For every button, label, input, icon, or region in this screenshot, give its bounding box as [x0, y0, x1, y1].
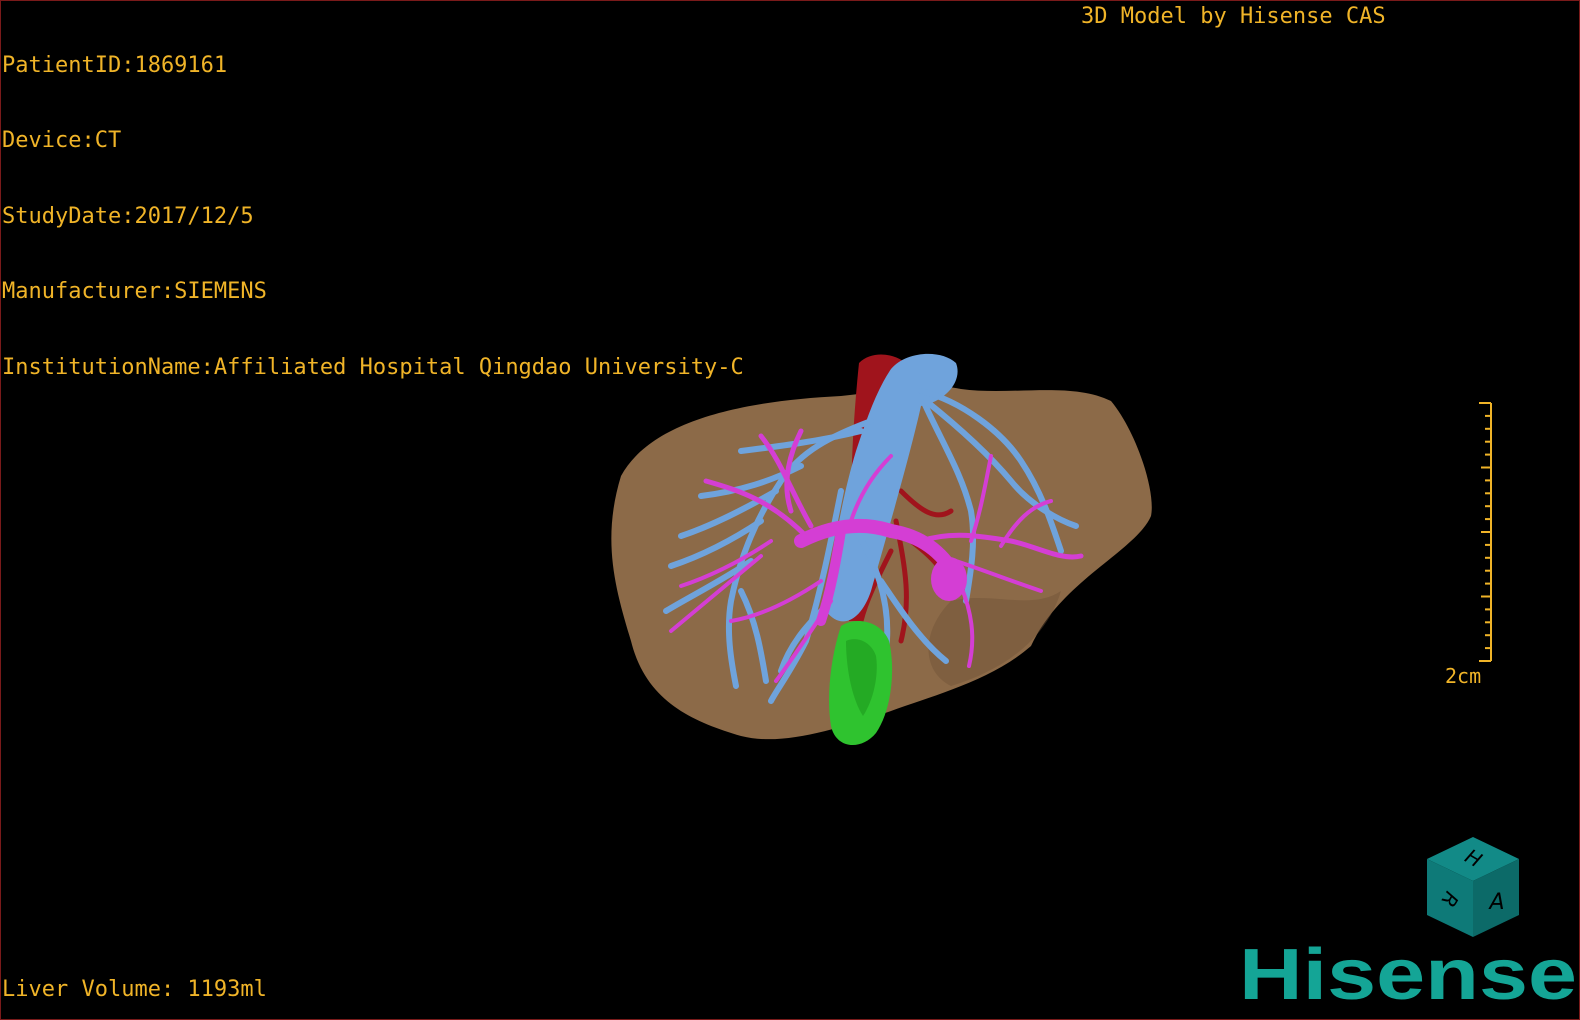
hisense-logo: Hisense — [1239, 937, 1577, 1011]
liver-3d-model[interactable] — [591, 341, 1171, 761]
device: Device:CT — [2, 128, 122, 154]
liver-volume: Liver Volume: 1193ml — [2, 977, 267, 1002]
3d-render-viewport[interactable]: PatientID:1869161 Device:CT StudyDate:20… — [0, 0, 1580, 1020]
study-date: StudyDate:2017/12/5 — [2, 203, 254, 229]
logo-text: Hisense — [1239, 937, 1577, 1011]
manufacturer: Manufacturer:SIEMENS — [2, 279, 267, 305]
model-credit: 3D Model by Hisense CAS — [1081, 4, 1386, 29]
scale-ruler — [1479, 402, 1492, 662]
cube-face-a: A — [1487, 890, 1504, 915]
liver-shading — [928, 591, 1061, 686]
orientation-cube-icon[interactable]: H R A — [1419, 833, 1527, 941]
patient-id: PatientID:1869161 — [2, 53, 228, 78]
scale-label: 2cm — [1445, 664, 1482, 688]
